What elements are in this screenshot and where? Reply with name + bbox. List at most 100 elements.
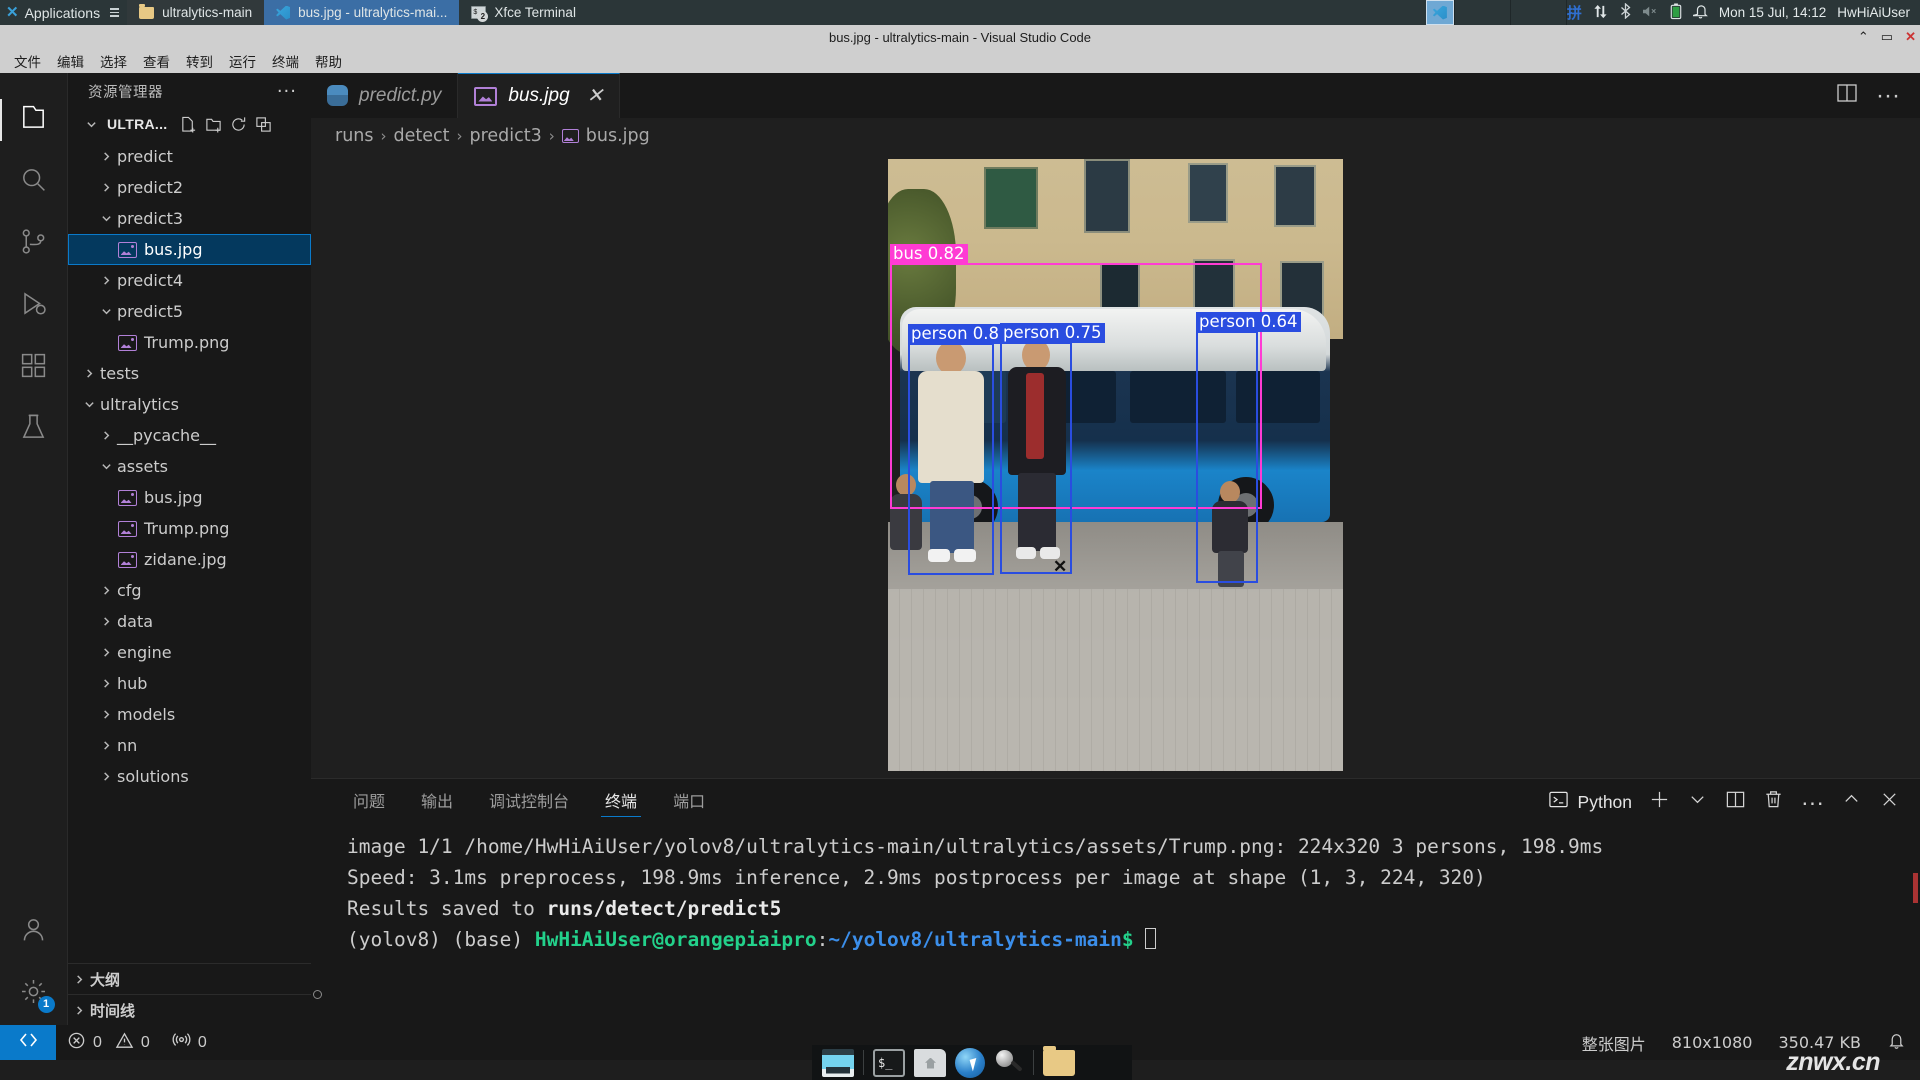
new-terminal-icon[interactable] xyxy=(1649,789,1670,815)
applications-menu-button[interactable]: ✕ Applications xyxy=(0,0,127,25)
tree-folder-row[interactable]: predict3 xyxy=(68,203,311,234)
maximize-button[interactable]: ▭ xyxy=(1881,29,1893,45)
menu-run[interactable]: 运行 xyxy=(221,49,264,73)
maximize-panel-icon[interactable] xyxy=(1841,789,1862,815)
more-actions-icon[interactable]: ··· xyxy=(1876,83,1900,107)
tree-folder-row[interactable]: predict4 xyxy=(68,265,311,296)
tab-predict-py[interactable]: predict.py xyxy=(311,73,459,118)
taskbar-item-vscode[interactable]: bus.jpg - ultralytics-mai... xyxy=(264,0,460,25)
bell-icon[interactable] xyxy=(1887,1031,1906,1054)
sidebar-section-timeline[interactable]: 时间线 xyxy=(68,994,311,1025)
refresh-icon[interactable] xyxy=(228,114,248,134)
menu-terminal[interactable]: 终端 xyxy=(264,49,307,73)
sidebar-more-actions-icon[interactable]: ··· xyxy=(277,81,297,102)
tab-problems[interactable]: 问题 xyxy=(335,779,403,825)
browser-icon[interactable] xyxy=(955,1047,985,1078)
chevron-right-icon[interactable] xyxy=(95,151,117,162)
chevron-right-icon[interactable] xyxy=(95,182,117,193)
chevron-right-icon[interactable] xyxy=(95,678,117,689)
tree-file-row[interactable]: zidane.jpg xyxy=(68,544,311,575)
more-icon[interactable]: ··· xyxy=(1801,791,1824,814)
taskbar-item-terminal[interactable]: $_ 2 Xfce Terminal xyxy=(459,0,588,25)
tree-file-row[interactable]: Trump.png xyxy=(68,327,311,358)
home-folder-icon[interactable] xyxy=(914,1048,946,1077)
tree-folder-row[interactable]: hub xyxy=(68,668,311,699)
chevron-right-icon[interactable] xyxy=(78,368,100,379)
menu-view[interactable]: 查看 xyxy=(135,49,178,73)
chevron-down-icon[interactable] xyxy=(78,399,100,410)
sidebar-item-settings[interactable]: 1 xyxy=(0,963,68,1025)
file-manager-icon[interactable] xyxy=(822,1048,854,1077)
folder-icon[interactable] xyxy=(1043,1045,1075,1076)
status-ports[interactable]: 0 xyxy=(161,1025,218,1060)
username-label[interactable]: HwHiAiUser xyxy=(1837,5,1910,20)
terminal-kind-chip[interactable]: Python xyxy=(1548,789,1632,815)
sidebar-section-outline[interactable]: 大纲 xyxy=(68,963,311,994)
tree-folder-row[interactable]: ultralytics xyxy=(68,389,311,420)
terminal-icon[interactable]: $_ xyxy=(873,1048,905,1077)
tree-folder-row[interactable]: solutions xyxy=(68,761,311,792)
taskbar-item-file-manager[interactable]: ultralytics-main xyxy=(127,0,265,25)
image-mode-label[interactable]: 整张图片 xyxy=(1582,1031,1646,1055)
magnifier-icon[interactable] xyxy=(994,1048,1024,1078)
split-editor-icon[interactable] xyxy=(1836,82,1858,109)
close-panel-icon[interactable] xyxy=(1879,789,1900,815)
image-preview-area[interactable]: bus 0.82 person 0.85 person 0.75 person … xyxy=(311,154,1920,778)
chevron-right-icon[interactable] xyxy=(95,771,117,782)
menu-selection[interactable]: 选择 xyxy=(92,49,135,73)
battery-icon[interactable] xyxy=(1670,2,1682,23)
tab-output[interactable]: 输出 xyxy=(403,779,471,825)
close-icon[interactable]: ✕ xyxy=(587,86,604,106)
tree-folder-row[interactable]: models xyxy=(68,699,311,730)
sidebar-item-source-control[interactable] xyxy=(0,213,68,275)
workspace-root-row[interactable]: ULTRA... xyxy=(68,109,311,139)
kill-terminal-icon[interactable] xyxy=(1763,789,1784,815)
new-file-icon[interactable] xyxy=(178,114,198,134)
volume-muted-icon[interactable] xyxy=(1642,5,1659,21)
input-method-icon[interactable]: 拼 xyxy=(1567,2,1582,23)
minimize-button[interactable]: ⌃ xyxy=(1858,29,1869,45)
menu-edit[interactable]: 编辑 xyxy=(49,49,92,73)
terminal-scrollbar[interactable] xyxy=(1913,873,1918,903)
tab-bus-jpg[interactable]: bus.jpg ✕ xyxy=(458,73,621,118)
sidebar-item-accounts[interactable] xyxy=(0,901,68,963)
tree-file-row[interactable]: bus.jpg xyxy=(68,482,311,513)
tree-folder-row[interactable]: engine xyxy=(68,637,311,668)
status-problems[interactable]: 0 0 xyxy=(56,1025,161,1060)
breadcrumb-predict3[interactable]: predict3 xyxy=(470,126,542,146)
split-terminal-icon[interactable] xyxy=(1725,789,1746,815)
tree-folder-row[interactable]: predict2 xyxy=(68,172,311,203)
sidebar-item-run-debug[interactable] xyxy=(0,275,68,337)
chevron-right-icon[interactable] xyxy=(95,275,117,286)
chevron-down-icon[interactable] xyxy=(95,461,117,472)
chevron-right-icon[interactable] xyxy=(95,647,117,658)
tab-ports[interactable]: 端口 xyxy=(655,779,723,825)
remote-window-button[interactable] xyxy=(0,1025,56,1060)
collapse-all-icon[interactable] xyxy=(253,114,273,134)
sidebar-item-testing[interactable] xyxy=(0,399,68,461)
tree-folder-row[interactable]: predict xyxy=(68,141,311,172)
breadcrumb-runs[interactable]: runs xyxy=(335,126,374,146)
tree-file-row[interactable]: Trump.png xyxy=(68,513,311,544)
tree-folder-row[interactable]: predict5 xyxy=(68,296,311,327)
new-folder-icon[interactable] xyxy=(203,114,223,134)
menu-go[interactable]: 转到 xyxy=(178,49,221,73)
window-buttons-tray-vscode[interactable] xyxy=(1425,0,1454,25)
tree-folder-row[interactable]: nn xyxy=(68,730,311,761)
tree-folder-row[interactable]: __pycache__ xyxy=(68,420,311,451)
chevron-right-icon[interactable] xyxy=(95,709,117,720)
breadcrumb-bus-jpg[interactable]: bus.jpg xyxy=(586,126,650,146)
tree-file-row[interactable]: bus.jpg xyxy=(68,234,311,265)
sidebar-item-search[interactable] xyxy=(0,151,68,213)
tree-folder-row[interactable]: assets xyxy=(68,451,311,482)
tab-terminal[interactable]: 终端 xyxy=(587,779,655,825)
clock[interactable]: Mon 15 Jul, 14:12 xyxy=(1719,5,1826,20)
tree-folder-row[interactable]: data xyxy=(68,606,311,637)
sidebar-item-explorer[interactable] xyxy=(0,89,68,151)
chevron-down-icon[interactable] xyxy=(95,306,117,317)
close-button[interactable]: ✕ xyxy=(1905,29,1916,45)
chevron-right-icon[interactable] xyxy=(95,430,117,441)
bell-icon[interactable] xyxy=(1692,3,1708,22)
menu-file[interactable]: 文件 xyxy=(6,49,49,73)
chevron-right-icon[interactable] xyxy=(95,585,117,596)
